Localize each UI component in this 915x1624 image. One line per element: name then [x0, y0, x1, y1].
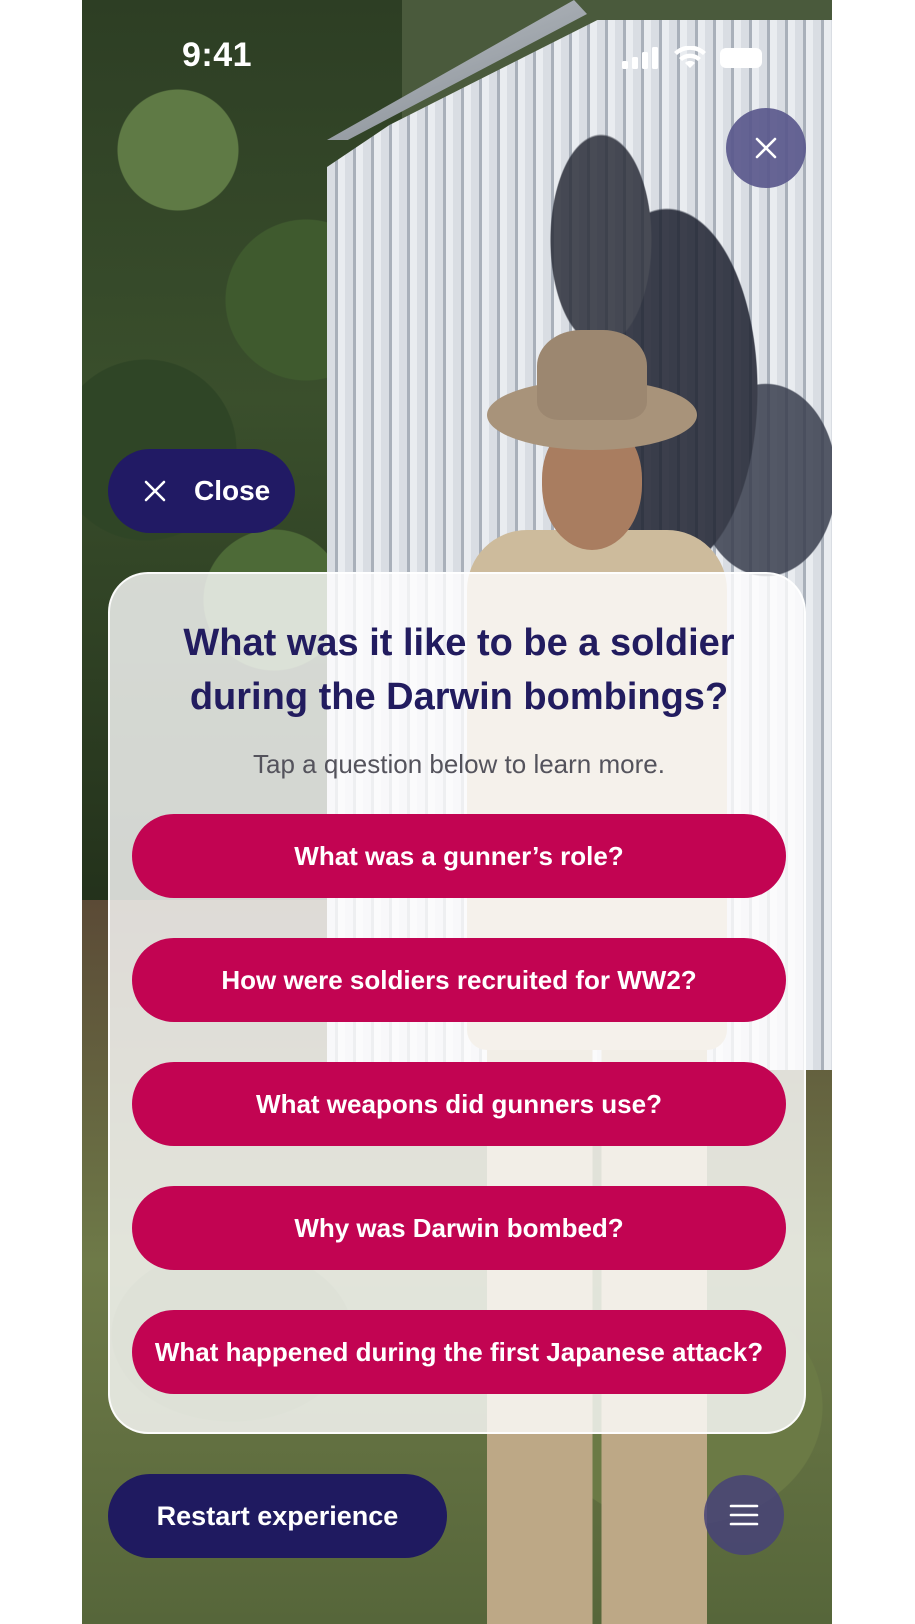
phone-screen: 9:41 Close What was it like to be a sold…: [82, 0, 832, 1624]
close-button-label: Close: [194, 475, 271, 506]
question-card: What was it like to be a soldier during …: [108, 572, 806, 1434]
question-button-gunner-role[interactable]: What was a gunner’s role?: [132, 814, 786, 898]
signal-icon: [622, 47, 658, 69]
menu-icon: [729, 1504, 759, 1526]
close-button[interactable]: Close: [108, 449, 295, 533]
card-title: What was it like to be a soldier during …: [183, 622, 735, 718]
battery-icon: [720, 48, 762, 68]
restart-experience-button[interactable]: Restart experience: [108, 1474, 447, 1558]
top-close-button[interactable]: [726, 108, 806, 188]
close-icon: [755, 137, 777, 159]
menu-button[interactable]: [704, 1475, 784, 1555]
status-icons: [622, 46, 762, 70]
status-bar: 9:41: [82, 0, 832, 120]
question-button-why-bombed[interactable]: Why was Darwin bombed?: [132, 1186, 786, 1270]
question-button-weapons[interactable]: What weapons did gunners use?: [132, 1062, 786, 1146]
question-button-first-attack[interactable]: What happened during the first Japanese …: [132, 1310, 786, 1394]
question-button-recruitment[interactable]: How were soldiers recruited for WW2?: [132, 938, 786, 1022]
status-time: 9:41: [182, 36, 253, 74]
wifi-icon: [674, 46, 706, 68]
card-subtitle: Tap a question below to learn more.: [253, 749, 665, 779]
close-icon: [144, 480, 166, 502]
